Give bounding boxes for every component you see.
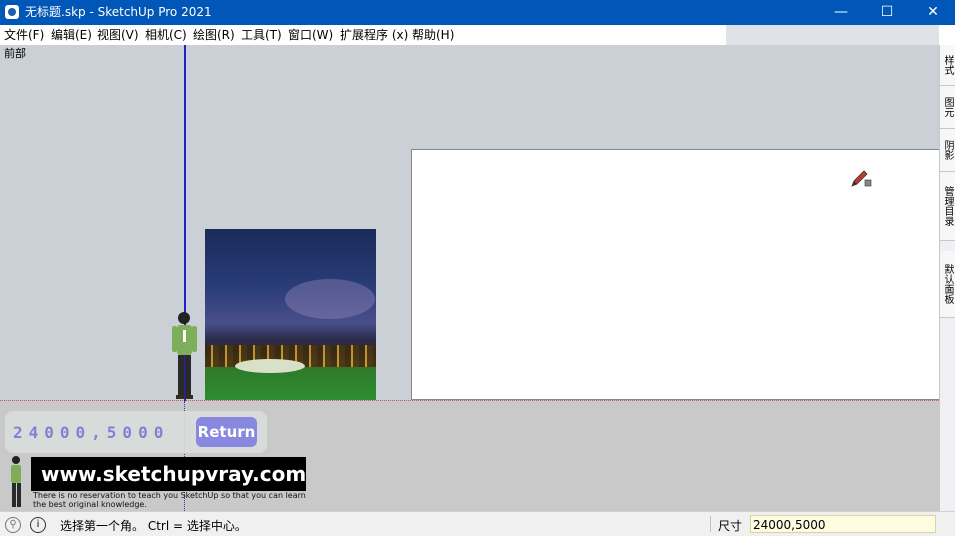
watermark-tagline: There is no reservation to teach you Ske… [33, 491, 306, 509]
menu-camera[interactable]: 相机(C) [145, 28, 187, 42]
menu-help[interactable]: 帮助(H) [412, 28, 454, 42]
menu-extensions[interactable]: 扩展程序 (x) [340, 28, 408, 42]
status-hint: 选择第一个角。 Ctrl = 选择中心。 [60, 519, 247, 533]
vcb-echo-text: 24000,5000 [13, 423, 170, 442]
return-key-button[interactable]: Return [196, 417, 257, 447]
tray-tab-entity-info[interactable]: 图元 [940, 86, 955, 129]
geolocation-icon[interactable]: ⚲ [5, 517, 21, 533]
watermark-banner: www.sketchupvray.com [31, 457, 306, 491]
photo-fountain [235, 359, 305, 373]
menu-edit[interactable]: 编辑(E) [51, 28, 92, 42]
pencil-cursor-icon [851, 170, 872, 187]
menu-window[interactable]: 窗口(W) [288, 28, 333, 42]
menu-view[interactable]: 视图(V) [97, 28, 139, 42]
sketchup-logo-icon[interactable] [5, 5, 19, 19]
watermark-figure-icon [11, 456, 21, 507]
info-icon[interactable]: i [30, 517, 46, 533]
maximize-button[interactable]: ☐ [864, 0, 910, 25]
title-bar: 无标题.skp - SketchUp Pro 2021 — ☐ ✕ [0, 0, 955, 25]
status-bar: ⚲ i 选择第一个角。 Ctrl = 选择中心。 尺寸 24000,5000 [0, 511, 955, 536]
dimension-label: 尺寸 [718, 519, 743, 533]
night-park-photo[interactable] [205, 229, 376, 400]
status-separator [710, 516, 711, 532]
red-axis [0, 400, 939, 401]
default-tray: 样式 图元 阴影 管理目录 默认面板 [939, 45, 955, 511]
scale-figure[interactable] [168, 310, 202, 405]
minimize-button[interactable]: — [818, 0, 864, 25]
watermark-url: www.sketchupvray.com [41, 462, 307, 486]
menu-tools[interactable]: 工具(T) [241, 28, 282, 42]
close-button[interactable]: ✕ [910, 0, 955, 25]
tray-tab-outliner[interactable]: 管理目录 [940, 172, 955, 241]
measurements-input[interactable]: 24000,5000 [750, 515, 936, 533]
menu-draw[interactable]: 绘图(R) [193, 28, 235, 42]
menu-file[interactable]: 文件(F) [4, 28, 44, 42]
photo-cloud [285, 279, 375, 319]
tray-tab-default-tray[interactable]: 默认面板 [940, 251, 955, 318]
window-title: 无标题.skp - SketchUp Pro 2021 [25, 5, 212, 19]
tray-tab-shadows[interactable]: 阴影 [940, 129, 955, 172]
scene-label: 前部 [4, 47, 26, 60]
tray-tab-styles[interactable]: 样式 [940, 45, 955, 86]
